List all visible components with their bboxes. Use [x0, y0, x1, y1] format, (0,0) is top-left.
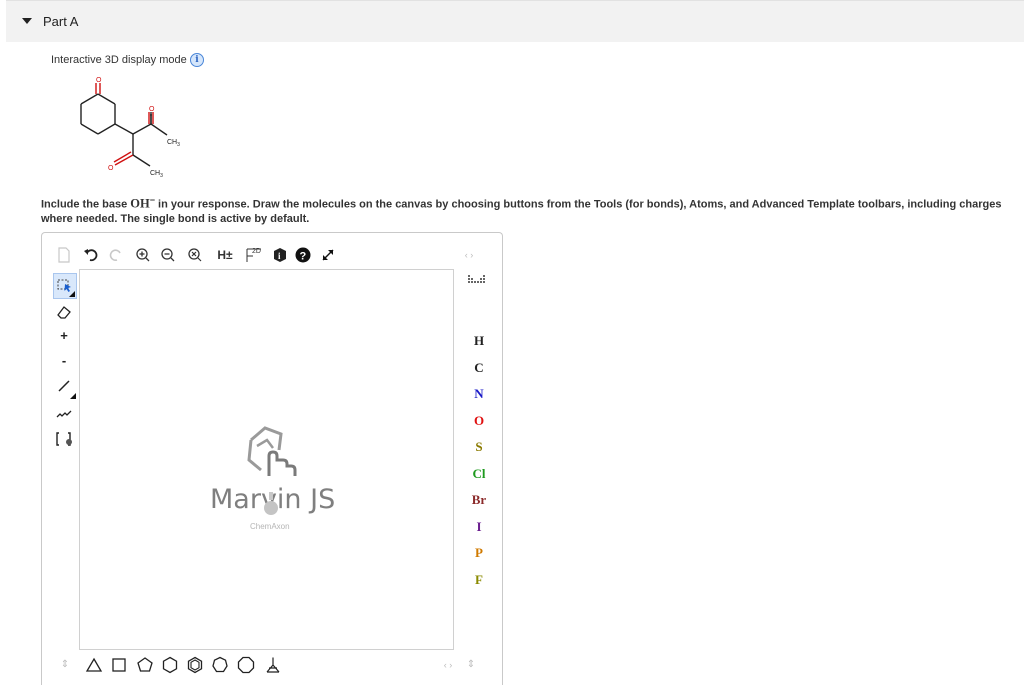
collapse-caret-icon[interactable] [22, 18, 32, 24]
chemaxon-label: ChemAxon [250, 522, 290, 531]
h-toggle-button[interactable]: H± [214, 246, 236, 264]
svg-text:CH3: CH3 [167, 139, 180, 148]
chair-template-icon[interactable] [264, 656, 282, 674]
instructions-text: Include the base OH− in your response. D… [41, 195, 1002, 225]
atom-button-h[interactable]: H [471, 333, 487, 349]
part-title: Part A [43, 14, 79, 29]
positive-charge-button[interactable]: + [55, 326, 73, 344]
right-scroll-arrows-icon[interactable]: ‹ › [461, 249, 477, 261]
hexagon-template-icon[interactable] [161, 656, 179, 674]
undo-icon[interactable] [82, 246, 100, 264]
svg-text:CH3: CH3 [150, 170, 163, 179]
help-icon[interactable]: ? [294, 246, 312, 264]
selection-more-icon [69, 291, 75, 297]
svg-text:O: O [108, 165, 114, 172]
svg-text:?: ? [300, 251, 307, 263]
methyl-label-1: CH [167, 139, 177, 146]
pentagon-template-icon[interactable] [136, 656, 154, 674]
redo-icon[interactable] [107, 246, 125, 264]
molecule-structure: O O O CH3 CH3 [80, 77, 180, 179]
zoom-fit-icon[interactable] [186, 246, 204, 264]
bond-more-icon [70, 393, 76, 399]
fullscreen-icon[interactable] [319, 246, 337, 264]
atom-button-n[interactable]: N [471, 386, 487, 402]
atom-button-o[interactable]: O [471, 413, 487, 429]
atom-button-f[interactable]: F [471, 572, 487, 588]
info-icon[interactable]: i [190, 53, 204, 67]
marvin-logo-icon [247, 426, 297, 476]
zoom-in-icon[interactable] [134, 246, 152, 264]
triangle-template-icon[interactable] [85, 656, 103, 674]
benzene-template-icon[interactable] [186, 656, 204, 674]
periodic-table-icon[interactable] [467, 272, 487, 286]
marvin-editor[interactable]: H± 2D i ? ‹ › + - ⇕ Marvin JS ChemAxon H… [41, 232, 503, 685]
right-bottom-scroll-icon[interactable]: ⇕ [466, 657, 476, 671]
info-shield-icon[interactable]: i [271, 246, 289, 264]
chain-icon[interactable] [55, 403, 73, 421]
atom-button-c[interactable]: C [471, 360, 487, 376]
atom-button-br[interactable]: Br [471, 492, 487, 508]
octagon-template-icon[interactable] [237, 656, 255, 674]
drawing-canvas[interactable]: Marvin JS ChemAxon [79, 269, 454, 650]
left-scroll-arrows-icon[interactable]: ⇕ [60, 657, 70, 671]
svg-text:O: O [149, 106, 155, 113]
atom-button-cl[interactable]: Cl [471, 466, 487, 482]
atoms-toolbar: H C N O S Cl Br I P F [455, 269, 499, 649]
negative-charge-button[interactable]: - [55, 351, 73, 369]
eraser-icon[interactable] [55, 303, 73, 321]
hydroxide-formula: OH [130, 196, 150, 211]
atom-button-i[interactable]: I [471, 519, 487, 535]
flask-icon [264, 492, 278, 515]
atom-button-p[interactable]: P [471, 545, 487, 561]
square-template-icon[interactable] [110, 656, 128, 674]
part-a-header[interactable]: Part A [6, 0, 1024, 42]
clean-2d-icon[interactable]: 2D [244, 244, 264, 264]
template-scroll-arrows-icon[interactable]: ‹ › [440, 659, 456, 671]
bracket-tool-icon[interactable] [55, 429, 75, 449]
svg-text:2D: 2D [252, 248, 261, 255]
new-document-icon[interactable] [56, 246, 72, 264]
methyl-label-2: CH [150, 170, 160, 177]
svg-text:O: O [96, 77, 102, 84]
atom-button-s[interactable]: S [471, 439, 487, 455]
heptagon-template-icon[interactable] [211, 656, 229, 674]
zoom-out-icon[interactable] [159, 246, 177, 264]
display-mode-label: Interactive 3D display mode [51, 54, 187, 66]
